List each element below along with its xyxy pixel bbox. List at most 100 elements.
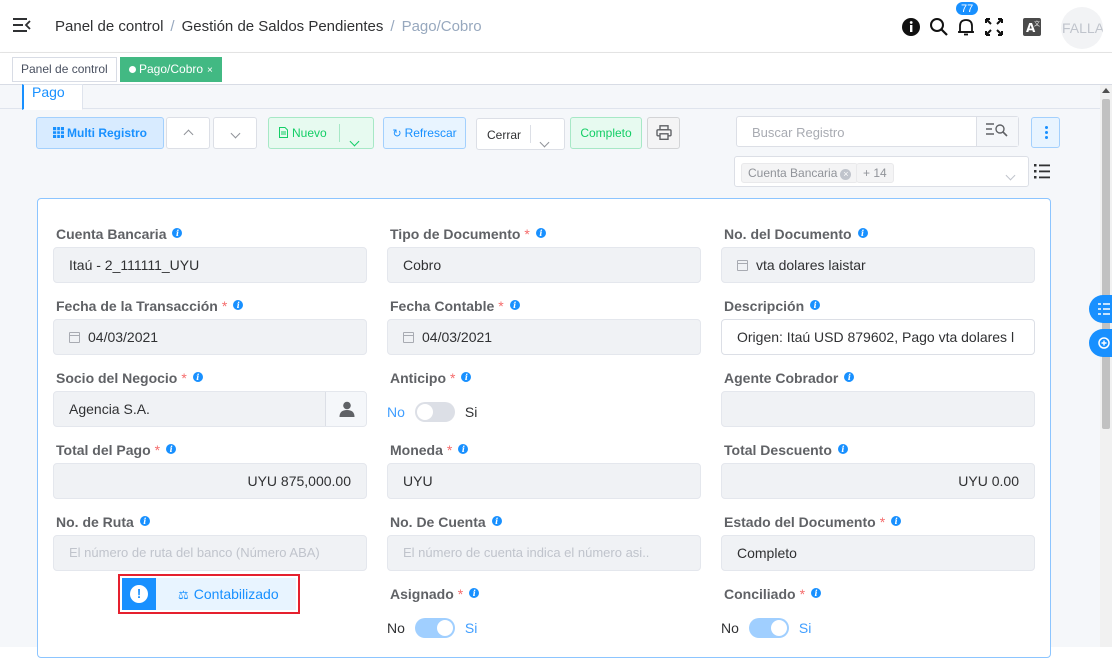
next-record-button[interactable] bbox=[213, 117, 257, 149]
info-icon[interactable]: i bbox=[192, 372, 203, 382]
menu-fold-icon[interactable] bbox=[13, 17, 31, 33]
completo-button[interactable]: Completo bbox=[570, 117, 642, 149]
fecha-contable-field[interactable]: 04/03/2021 bbox=[387, 319, 701, 355]
multi-registro-button[interactable]: Multi Registro bbox=[36, 117, 164, 149]
switch-track[interactable] bbox=[748, 618, 789, 638]
estado-documento-label: Estado del Documento * i bbox=[724, 514, 902, 530]
page-scrollbar[interactable] bbox=[1100, 85, 1112, 647]
filter-chip[interactable]: Cuenta Bancaria × bbox=[741, 163, 859, 183]
user-avatar[interactable]: FALLA bbox=[1061, 7, 1103, 49]
switch-track[interactable] bbox=[414, 618, 455, 638]
cerrar-dropdown[interactable] bbox=[539, 127, 550, 157]
info-icon[interactable]: i bbox=[837, 444, 848, 454]
more-options-button[interactable] bbox=[1031, 117, 1060, 148]
search-input[interactable]: Buscar Registro bbox=[736, 116, 1019, 147]
info-icon[interactable]: i bbox=[458, 444, 469, 454]
tab-strip: Pago bbox=[0, 84, 1100, 110]
info-icon[interactable]: i bbox=[535, 228, 546, 238]
translate-icon[interactable]: A 文 bbox=[1022, 17, 1042, 37]
breadcrumb-item-gestion[interactable]: Gestión de Saldos Pendientes bbox=[182, 18, 384, 35]
info-icon[interactable]: i bbox=[509, 300, 520, 310]
no-cuenta-field[interactable]: El número de cuenta indica el número asi… bbox=[387, 535, 701, 571]
total-descuento-field[interactable]: UYU 0.00 bbox=[721, 463, 1035, 499]
tag-panel-de-control[interactable]: Panel de control bbox=[12, 57, 117, 82]
fecha-transaccion-field[interactable]: 04/03/2021 bbox=[53, 319, 367, 355]
info-icon[interactable]: i bbox=[139, 516, 150, 526]
info-icon[interactable]: i bbox=[491, 516, 502, 526]
descripcion-field[interactable]: Origen: Itaú USD 879602, Pago vta dolare… bbox=[721, 319, 1035, 355]
no-documento-field[interactable]: vta dolares laistar bbox=[721, 247, 1035, 283]
close-icon[interactable]: × bbox=[207, 65, 213, 76]
search-list-icon bbox=[986, 123, 1008, 137]
conciliado-switch[interactable]: No Si bbox=[721, 618, 811, 638]
estado-documento-field[interactable]: Completo bbox=[721, 535, 1035, 571]
socio-negocio-field[interactable]: Agencia S.A. bbox=[53, 391, 367, 427]
moneda-label: Moneda * i bbox=[390, 442, 469, 458]
fecha-transaccion-label: Fecha de la Transacción * i bbox=[56, 298, 244, 314]
cuenta-bancaria-field[interactable]: Itaú - 2_111111_UYU bbox=[53, 247, 367, 283]
breadcrumb: Panel de control / Gestión de Saldos Pendi… bbox=[55, 18, 482, 35]
multi-registro-label: Multi Registro bbox=[67, 126, 147, 140]
fullscreen-icon[interactable] bbox=[984, 17, 1004, 37]
socio-negocio-label: Socio del Negocio * i bbox=[56, 370, 203, 386]
descripcion-label: Descripción i bbox=[724, 298, 821, 314]
info-icon[interactable]: i bbox=[172, 228, 183, 238]
tab-pago[interactable]: Pago bbox=[22, 84, 83, 110]
zoom-in-icon bbox=[1098, 337, 1110, 349]
nuevo-main[interactable]: Nuevo bbox=[279, 118, 327, 148]
cerrar-label[interactable]: Cerrar bbox=[487, 120, 521, 150]
breadcrumb-item-panel[interactable]: Panel de control bbox=[55, 18, 163, 35]
info-icon[interactable]: i bbox=[891, 516, 902, 526]
contabilizado-button[interactable]: ! ⚖ Contabilizado bbox=[118, 574, 300, 614]
nuevo-dropdown[interactable] bbox=[349, 126, 360, 156]
total-descuento-label: Total Descuento i bbox=[724, 442, 848, 458]
print-button[interactable] bbox=[647, 117, 680, 149]
list-settings-icon[interactable] bbox=[1034, 163, 1050, 179]
search-placeholder: Buscar Registro bbox=[752, 125, 845, 140]
filter-dropdown[interactable] bbox=[1005, 166, 1016, 184]
calendar-icon bbox=[403, 332, 414, 343]
nuevo-button[interactable]: Nuevo bbox=[268, 117, 374, 149]
no-cuenta-label: No. De Cuenta i bbox=[390, 514, 502, 530]
anticipo-switch[interactable]: No Si bbox=[387, 402, 477, 422]
total-pago-label: Total del Pago * i bbox=[56, 442, 177, 458]
scroll-up-arrow-icon[interactable] bbox=[1102, 88, 1110, 93]
bell-icon[interactable] bbox=[956, 17, 976, 37]
scrollbar-thumb[interactable] bbox=[1102, 99, 1110, 429]
info-icon[interactable]: i bbox=[166, 444, 177, 454]
info-icon[interactable]: i bbox=[810, 300, 821, 310]
business-partner-search-button[interactable] bbox=[325, 392, 366, 426]
asignado-switch[interactable]: No Si bbox=[387, 618, 477, 638]
agente-cobrador-field[interactable] bbox=[721, 391, 1035, 427]
top-navbar: Panel de control / Gestión de Saldos Pendi… bbox=[0, 0, 1112, 53]
switch-off-label: No bbox=[387, 620, 405, 636]
info-icon[interactable]: i bbox=[233, 300, 244, 310]
info-icon[interactable]: i bbox=[461, 372, 472, 382]
info-icon[interactable]: i bbox=[811, 588, 822, 598]
document-icon bbox=[279, 127, 288, 138]
info-icon[interactable]: i bbox=[844, 372, 855, 382]
no-ruta-label: No. de Ruta i bbox=[56, 514, 150, 530]
info-icon[interactable]: i bbox=[857, 228, 868, 238]
info-icon[interactable] bbox=[901, 17, 921, 37]
switch-on-label: Si bbox=[464, 620, 478, 636]
previous-record-button[interactable] bbox=[166, 117, 210, 149]
side-panel-zoom-button[interactable] bbox=[1089, 329, 1112, 357]
field-filter-select[interactable]: Cuenta Bancaria × + 14 bbox=[734, 156, 1029, 187]
no-ruta-field[interactable]: El número de ruta del banco (Número ABA) bbox=[53, 535, 367, 571]
cerrar-button[interactable]: Cerrar bbox=[476, 118, 565, 150]
cuenta-bancaria-label: Cuenta Bancaria i bbox=[56, 226, 183, 242]
moneda-field[interactable]: UYU bbox=[387, 463, 701, 499]
tag-pago-cobro[interactable]: Pago/Cobro × bbox=[120, 57, 222, 82]
close-icon[interactable]: × bbox=[840, 169, 852, 180]
switch-track[interactable] bbox=[414, 402, 455, 422]
filter-more-chip: + 14 bbox=[856, 163, 894, 183]
tipo-documento-field[interactable]: Cobro bbox=[387, 247, 701, 283]
refrescar-button[interactable]: ↻ Refrescar bbox=[383, 117, 466, 149]
search-icon[interactable] bbox=[929, 17, 949, 37]
side-panel-list-button[interactable] bbox=[1089, 295, 1112, 323]
search-button[interactable] bbox=[976, 117, 1018, 146]
scale-icon: ⚖ bbox=[178, 588, 189, 602]
total-pago-field[interactable]: UYU 875,000.00 bbox=[53, 463, 367, 499]
info-icon[interactable]: i bbox=[469, 588, 480, 598]
